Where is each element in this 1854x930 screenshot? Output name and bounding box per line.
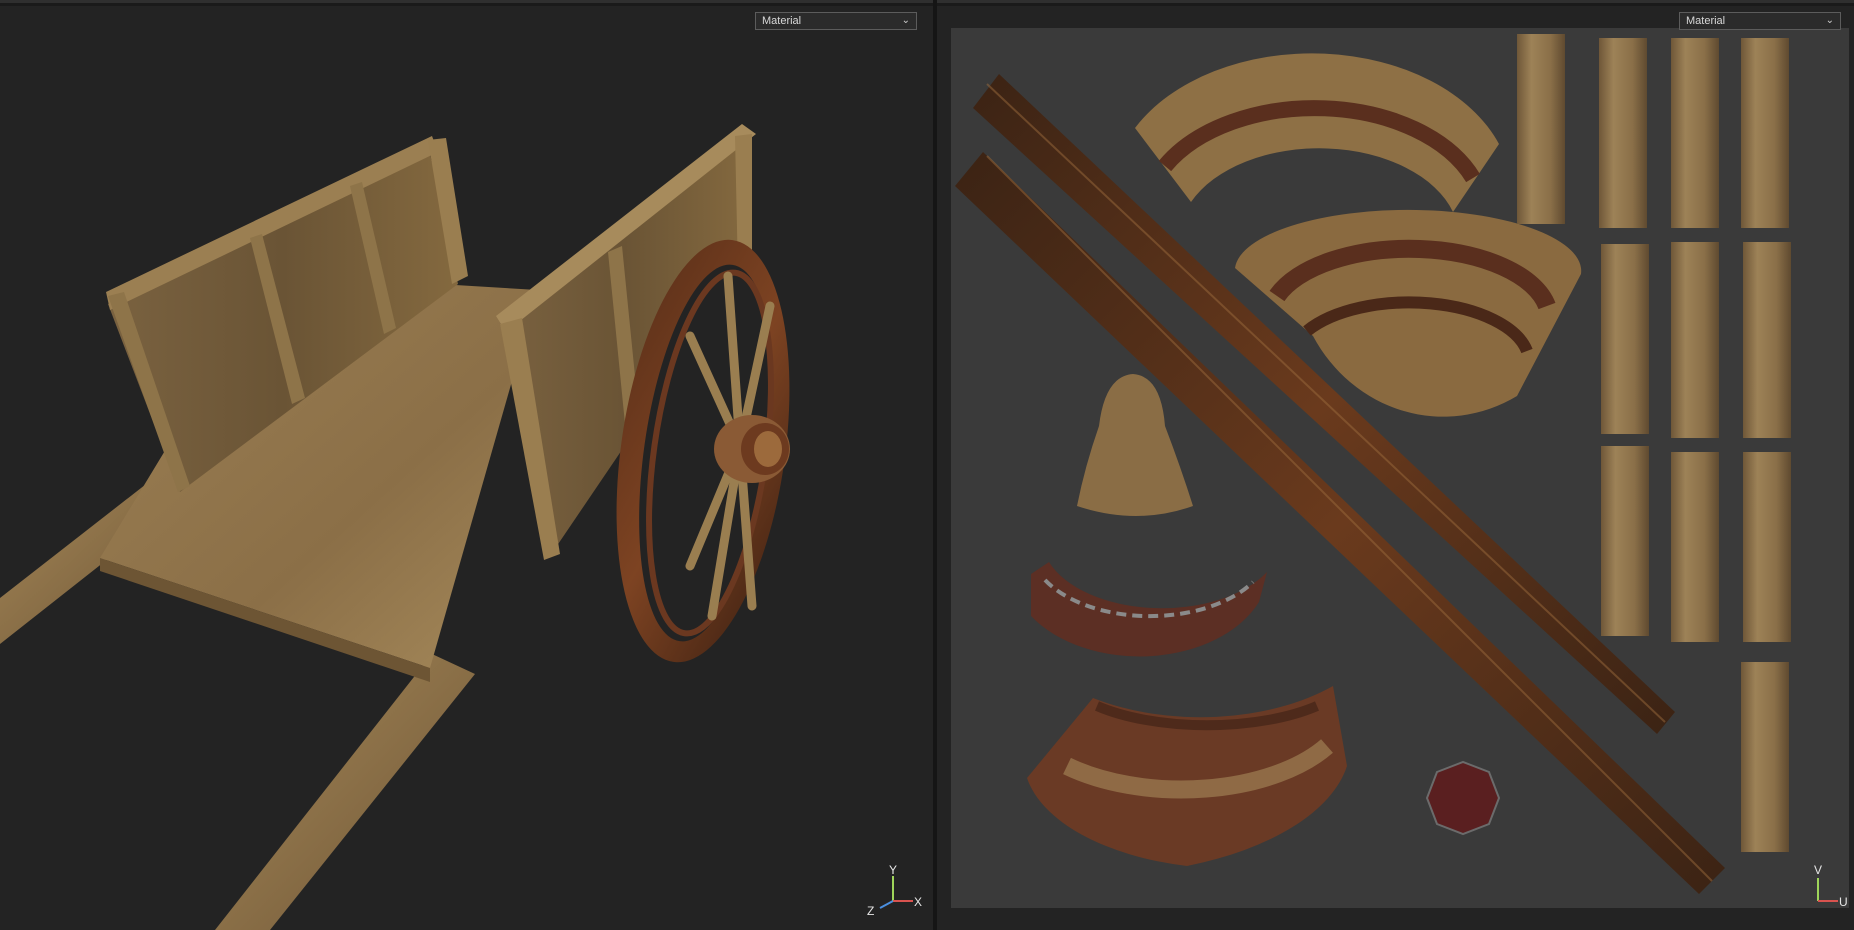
chevron-down-icon: ⌄ bbox=[1825, 15, 1834, 26]
axis-u-label: U bbox=[1839, 895, 1848, 909]
texture-viewer-app: Material ⌄ Y X Z Material ⌄ V U bbox=[0, 0, 1854, 930]
viewport-3d[interactable]: Material ⌄ Y X Z bbox=[0, 6, 933, 930]
viewport-3d-shading-select[interactable]: Material ⌄ bbox=[755, 12, 917, 30]
cart-model-render[interactable]: Y X Z bbox=[0, 6, 933, 930]
axis-v-label: V bbox=[1814, 863, 1822, 877]
uv-layout-render[interactable]: V U bbox=[937, 6, 1854, 930]
viewport-3d-shading-value: Material bbox=[762, 15, 802, 27]
axis-y-label: Y bbox=[889, 863, 897, 877]
viewport-uv[interactable]: Material ⌄ V U bbox=[937, 6, 1854, 930]
axis-z-label: Z bbox=[867, 904, 874, 918]
axis-gizmo-icon: Y X Z bbox=[867, 863, 922, 918]
cart-shaft-right bbox=[215, 654, 475, 930]
uv-island-octagon bbox=[1425, 760, 1501, 836]
axis-x-label: X bbox=[914, 895, 922, 909]
viewport-uv-shading-select[interactable]: Material ⌄ bbox=[1679, 12, 1841, 30]
chevron-down-icon: ⌄ bbox=[901, 15, 910, 26]
viewport-uv-shading-value: Material bbox=[1686, 15, 1726, 27]
top-border bbox=[0, 0, 1854, 3]
